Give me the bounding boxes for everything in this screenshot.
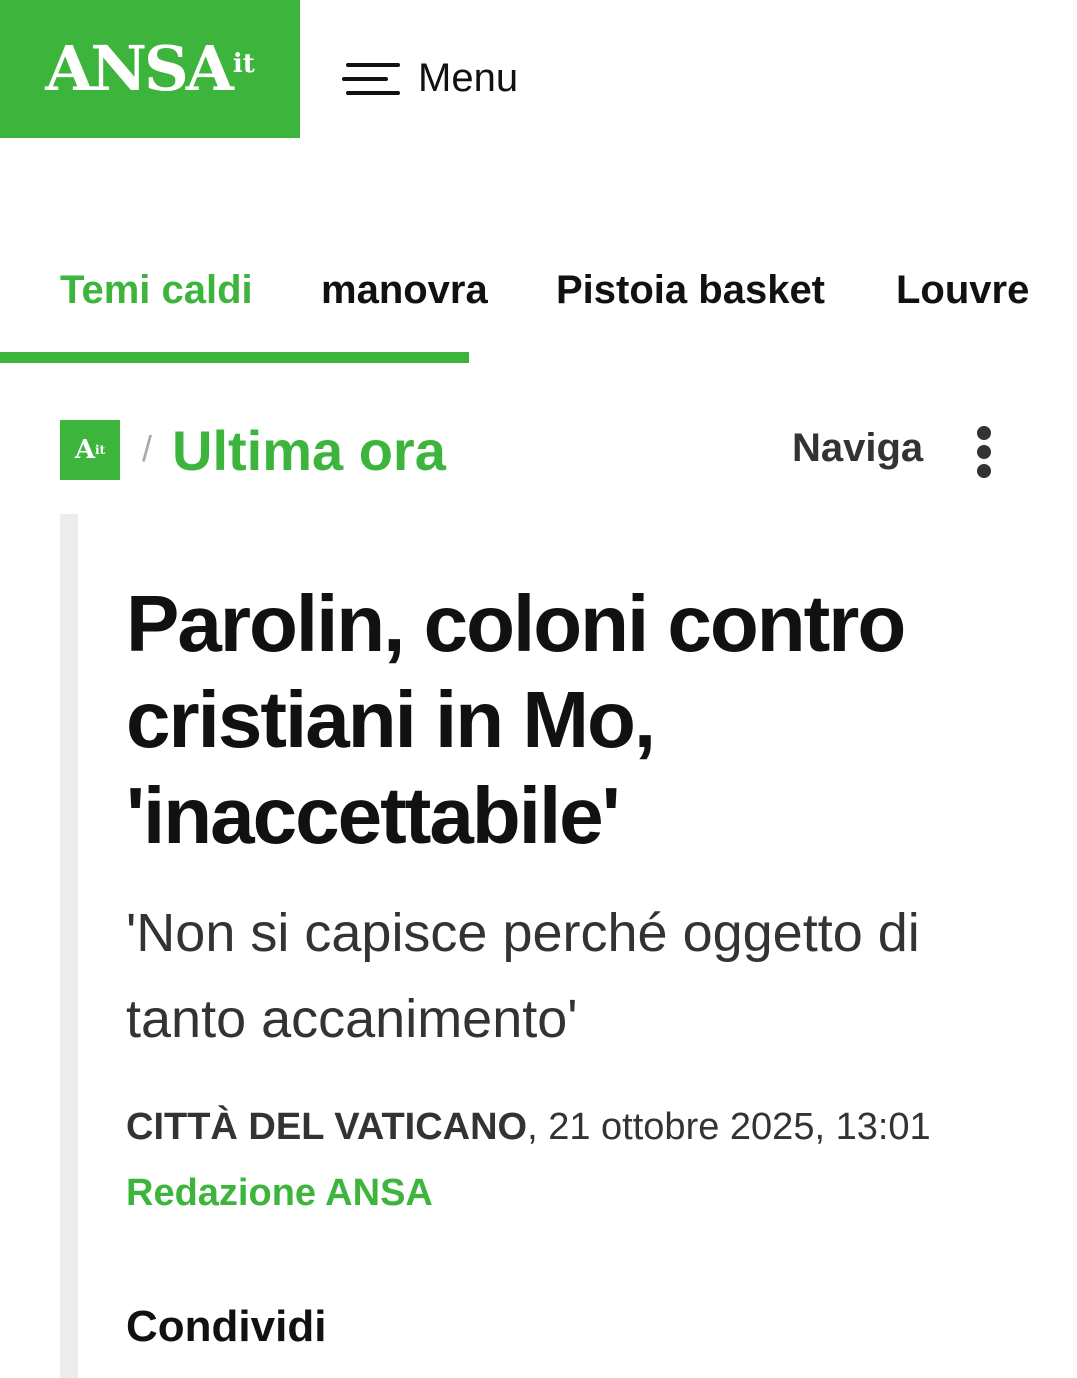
breadcrumb-separator: / bbox=[142, 428, 153, 469]
hamburger-icon bbox=[342, 55, 400, 101]
menu-label: Menu bbox=[418, 55, 519, 100]
article-subheadline: 'Non si capisce perché oggetto di tanto … bbox=[126, 903, 920, 1049]
dateline-location: CITTÀ DEL VATICANO bbox=[126, 1106, 528, 1148]
more-options-icon[interactable] bbox=[974, 424, 994, 480]
active-tab-indicator bbox=[0, 352, 469, 363]
logo-wordmark: ANSAit bbox=[45, 32, 255, 105]
article-rail bbox=[60, 514, 78, 1378]
article-dateline: CITTÀ DEL VATICANO, 21 ottobre 2025, 13:… bbox=[126, 1106, 931, 1149]
section-title[interactable]: Ultima ora bbox=[172, 418, 446, 483]
hot-topics-tabs: Temi caldi manovra Pistoia basket Louvre bbox=[0, 268, 1077, 328]
share-label: Condividi bbox=[126, 1302, 327, 1351]
tab-manovra[interactable]: manovra bbox=[321, 268, 488, 313]
ansa-logo[interactable]: ANSAit bbox=[0, 0, 300, 138]
article-headline: Parolin, coloni contro cristiani in Mo, … bbox=[126, 579, 906, 860]
menu-button[interactable]: Menu bbox=[342, 48, 518, 108]
article-author[interactable]: Redazione ANSA bbox=[126, 1172, 433, 1215]
naviga-button[interactable]: Naviga bbox=[792, 426, 923, 471]
tab-pistoia-basket[interactable]: Pistoia basket bbox=[556, 268, 825, 313]
tab-louvre[interactable]: Louvre bbox=[896, 268, 1029, 313]
tab-temi-caldi[interactable]: Temi caldi bbox=[60, 268, 253, 313]
section-header: Ait / Ultima ora Naviga bbox=[60, 418, 1020, 483]
ansa-small-logo[interactable]: Ait bbox=[60, 420, 120, 480]
dateline-datetime: , 21 ottobre 2025, 13:01 bbox=[527, 1106, 931, 1148]
